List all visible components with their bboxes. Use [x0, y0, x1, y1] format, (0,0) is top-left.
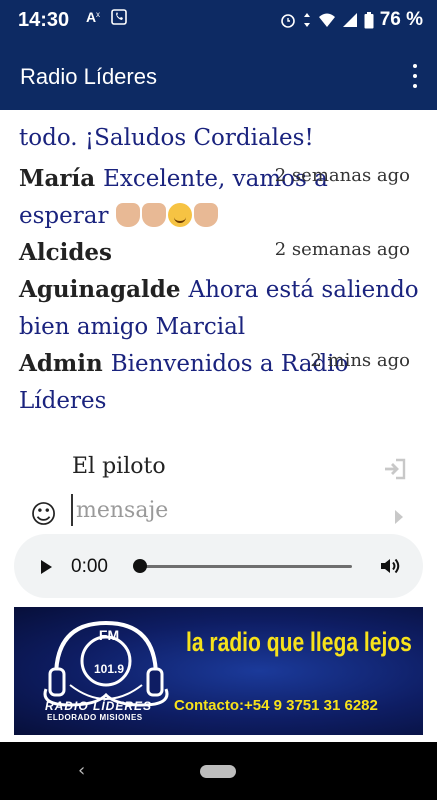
- message-composer: El piloto ☺: [0, 440, 437, 535]
- battery-icon: [364, 11, 374, 28]
- message-author: María: [19, 165, 96, 192]
- status-left-icons: Ax: [85, 9, 127, 25]
- message-time: 2 semanas ago: [274, 165, 410, 186]
- thumbs-up-emoji: [115, 203, 140, 227]
- chat-message: María Excelente, vamos a esperar 2 semana…: [19, 160, 419, 235]
- message-author: Aguinagalde: [19, 276, 181, 303]
- app-title: Radio Líderes: [20, 64, 157, 89]
- app-bar: Radio Líderes: [0, 42, 437, 110]
- system-nav-bar: ‹: [0, 742, 437, 800]
- menu-dot: [413, 64, 417, 68]
- wifi-icon: [318, 13, 335, 27]
- status-time: 14:30: [18, 9, 70, 31]
- status-bar: 14:30 Ax 76 %: [0, 0, 437, 42]
- banner-brand: RADIO LÍDERES: [45, 699, 153, 713]
- signal-icon: [342, 13, 357, 27]
- data-arrows-icon: [303, 13, 310, 27]
- menu-dot: [413, 84, 417, 88]
- message-input[interactable]: [71, 494, 361, 526]
- more-vert-icon[interactable]: [409, 64, 421, 88]
- message-author: Alcides: [19, 239, 112, 266]
- banner-location: ELDORADO MISIONES: [47, 713, 143, 722]
- audio-progress-track[interactable]: [138, 565, 352, 568]
- status-right-icons: 76 %: [280, 9, 423, 31]
- audio-time: 0:00: [71, 556, 108, 577]
- chat-message: Admin Bienvenidos a Radio Líderes 2 mins …: [19, 345, 419, 420]
- login-icon[interactable]: [383, 458, 407, 480]
- translate-icon: Ax: [86, 9, 100, 25]
- chat-message: Alcides 2 semanas ago: [19, 234, 419, 272]
- message-time: 2 semanas ago: [274, 239, 410, 260]
- audio-progress-thumb[interactable]: [133, 559, 147, 573]
- svg-text:x: x: [96, 10, 100, 19]
- banner-slogan: la radio que llega lejos: [186, 627, 412, 657]
- banner-fm: FM: [98, 627, 120, 643]
- send-arrow-icon[interactable]: [395, 510, 403, 524]
- home-pill-icon[interactable]: [200, 765, 236, 778]
- banner-contact: Contacto:+54 9 3751 31 6282: [174, 697, 378, 714]
- alarm-icon: [280, 14, 295, 28]
- message-time: 2 mins ago: [310, 350, 410, 371]
- phone-app-icon: [111, 9, 127, 25]
- raised-hand-emoji: [193, 203, 218, 227]
- raised-hand-emoji: [141, 203, 166, 227]
- svg-text:A: A: [86, 9, 96, 25]
- message-author: Admin: [19, 350, 103, 377]
- play-icon[interactable]: [41, 560, 52, 574]
- chat-message: Aguinagalde Ahora está saliendo bien amig…: [19, 271, 419, 346]
- battery-percent: 76 %: [379, 9, 423, 30]
- audio-player: 0:00: [14, 534, 423, 598]
- smiley-icon[interactable]: ☺: [30, 502, 57, 528]
- menu-dot: [413, 74, 417, 78]
- volume-icon[interactable]: [378, 554, 402, 578]
- name-field[interactable]: El piloto: [72, 454, 166, 479]
- chat-partial-message: todo. ¡Saludos Cordiales!: [19, 120, 419, 157]
- back-chevron-icon[interactable]: ‹: [78, 760, 85, 781]
- message-text: todo. ¡Saludos Cordiales!: [19, 125, 314, 151]
- smiling-face-emoji: [167, 203, 192, 227]
- radio-banner[interactable]: FM 101.9 RADIO LÍDERES ELDORADO MISIONES…: [14, 607, 423, 735]
- banner-frequency: 101.9: [93, 662, 125, 676]
- chat-messages[interactable]: todo. ¡Saludos Cordiales! María Excelente…: [0, 110, 437, 430]
